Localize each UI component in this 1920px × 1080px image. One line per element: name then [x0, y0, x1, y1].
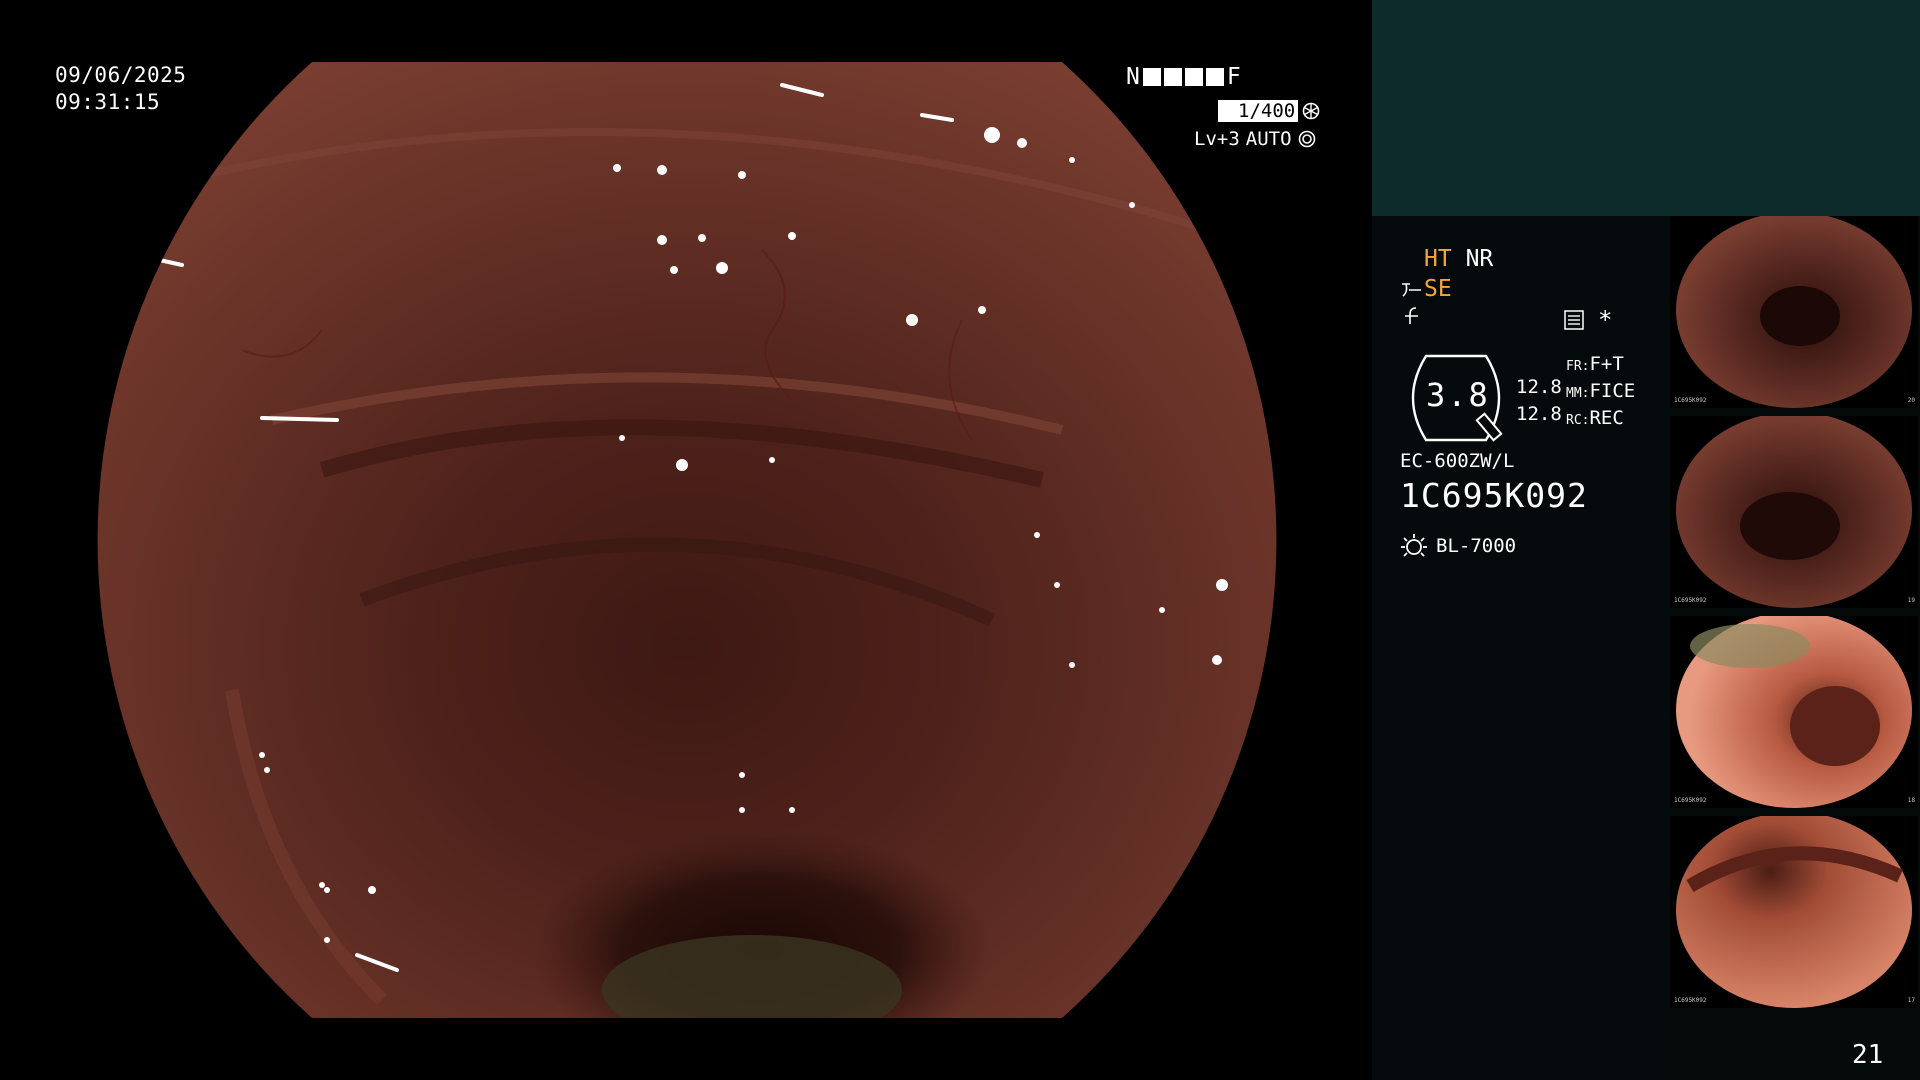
- color-tone-icon: [1405, 307, 1418, 324]
- thumbnail-4-label: 1C695K092: [1674, 997, 1707, 1004]
- endoscope-live-image: [62, 0, 1312, 1080]
- lamp-icon: [1401, 534, 1427, 557]
- mode-block-1: [1142, 68, 1161, 86]
- level-text: Lv+3: [1194, 128, 1240, 150]
- se-text: SE: [1424, 276, 1452, 302]
- color-mode-row: [1402, 306, 1422, 332]
- asterisk-icon: *: [1598, 306, 1613, 334]
- panel-top-area: [1372, 0, 1920, 216]
- thumbnail-1-number: 20: [1907, 397, 1915, 404]
- shutter-icon: [1302, 102, 1320, 120]
- mode-block-2: [1163, 68, 1182, 86]
- shutter-indicator: 1/400: [1218, 100, 1320, 122]
- thumbnail-2[interactable]: 1C695K092 19: [1670, 416, 1918, 608]
- main-scope-view: 09/06/2025 09:31:15 N F 1/400 Lv+3 AUTO: [0, 0, 1372, 1080]
- time-text: 09:31:15: [55, 90, 161, 114]
- iris-icon: [1298, 130, 1315, 148]
- mode-block-3: [1184, 68, 1203, 86]
- thumbnail-2-label: 1C695K092: [1674, 597, 1707, 604]
- thumbnail-4[interactable]: 1C695K092 17: [1670, 816, 1918, 1008]
- light-source-row: BL-7000: [1400, 532, 1516, 560]
- label-column: FR:F+T MM:FICE RC:REC: [1566, 352, 1635, 433]
- ht-text: HT: [1424, 246, 1452, 272]
- thumbnail-1[interactable]: 1C695K092 20: [1670, 216, 1918, 408]
- se-row: SE: [1400, 276, 1452, 302]
- value-2: 12.8: [1516, 403, 1562, 425]
- scope-model: EC-600ZW/L: [1400, 450, 1515, 472]
- thumbnail-4-number: 17: [1907, 997, 1915, 1004]
- iris-mode-text: AUTO: [1245, 128, 1292, 150]
- thumbnail-2-number: 19: [1907, 597, 1915, 604]
- label-fr: FR:F+T: [1566, 353, 1624, 375]
- mode-block-4: [1205, 68, 1224, 86]
- panel-info-area: [1372, 216, 1672, 1080]
- mode-indicator: N F: [1126, 64, 1241, 90]
- ht-nr-row: HT NR: [1424, 246, 1493, 272]
- thumbnail-3-label: 1C695K092: [1674, 797, 1707, 804]
- datetime-display: 09/06/2025 09:31:15: [55, 62, 186, 116]
- shutter-speed: 1/400: [1218, 100, 1299, 122]
- value-1: 12.8: [1516, 376, 1562, 398]
- page-number: 21: [1852, 1040, 1884, 1070]
- thumbnail-1-label: 1C695K092: [1674, 397, 1707, 404]
- value-column: 12.8 12.8: [1516, 374, 1562, 428]
- side-panel: HT NR SE * 3.8 12.8 12.8 FR:F+T MM:FICE …: [1372, 0, 1920, 1080]
- lamp-model: BL-7000: [1436, 535, 1517, 557]
- date-text: 09/06/2025: [55, 63, 187, 87]
- label-mm: MM:FICE: [1566, 380, 1636, 402]
- mode-left-text: N: [1126, 64, 1140, 90]
- iris-indicator: Lv+3 AUTO: [1194, 128, 1316, 150]
- nr-text: NR: [1465, 246, 1494, 272]
- mode-right-text: F: [1226, 64, 1241, 90]
- zoom-value: 3.8: [1426, 376, 1490, 414]
- record-settings-icon: [1564, 310, 1584, 334]
- endoscopy-screen: 09/06/2025 09:31:15 N F 1/400 Lv+3 AUTO: [0, 0, 1920, 1080]
- scope-serial: 1C695K092: [1400, 476, 1588, 515]
- structure-enhance-icon: [1402, 283, 1421, 297]
- thumbnail-3[interactable]: 1C695K092 18: [1670, 616, 1918, 808]
- thumbnail-3-number: 18: [1907, 797, 1915, 804]
- label-rc: RC:REC: [1566, 407, 1624, 429]
